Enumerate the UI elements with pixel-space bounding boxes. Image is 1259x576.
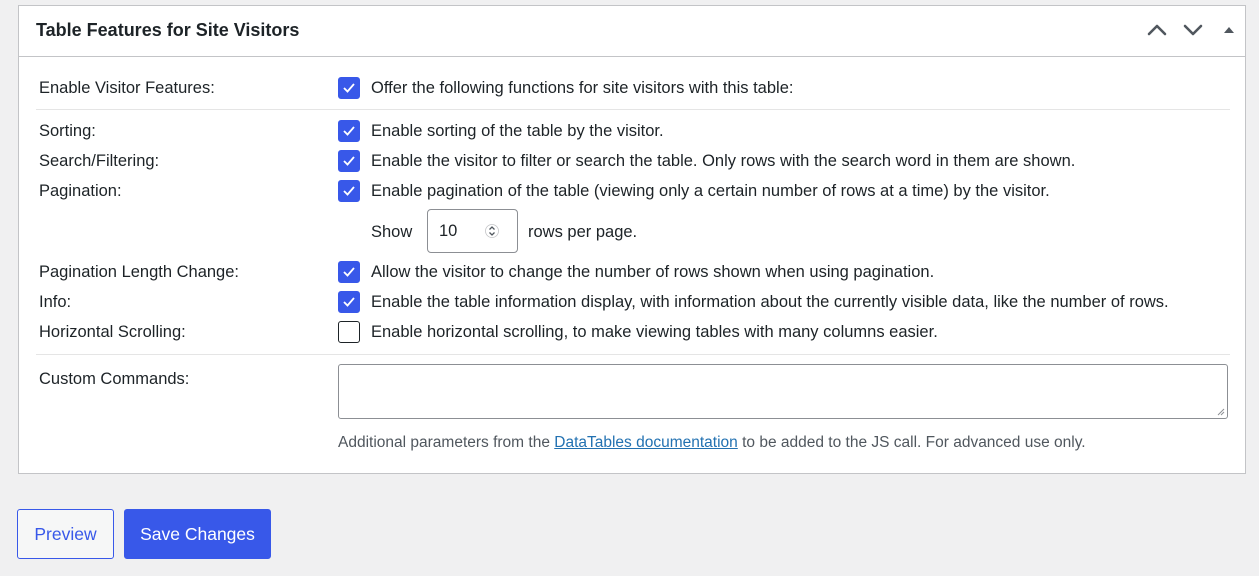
feature-label: Pagination: <box>39 182 122 200</box>
divider <box>36 354 1230 355</box>
panel-header: Table Features for Site Visitors <box>19 6 1245 57</box>
feature-label: Pagination Length Change: <box>39 263 239 281</box>
custom-commands-help: Additional parameters from the DataTable… <box>338 434 1086 452</box>
sorting-checkbox[interactable] <box>338 120 360 142</box>
custom-commands-textarea[interactable] <box>338 364 1228 419</box>
custom-commands-label: Custom Commands: <box>39 370 190 388</box>
feature-description: Enable horizontal scrolling, to make vie… <box>371 323 938 341</box>
feature-row-horizontal-scrolling: Horizontal Scrolling: Enable horizontal … <box>19 321 1245 345</box>
feature-row-search-filtering: Search/Filtering: Enable the visitor to … <box>19 150 1245 174</box>
feature-description: Allow the visitor to change the number o… <box>371 263 935 281</box>
stepper-icon[interactable] <box>485 222 499 245</box>
feature-row-info: Info: Enable the table information displ… <box>19 291 1245 315</box>
datatables-documentation-link[interactable]: DataTables documentation <box>554 434 738 451</box>
feature-label: Enable Visitor Features: <box>39 79 215 97</box>
feature-label: Info: <box>39 293 72 311</box>
save-changes-button[interactable]: Save Changes <box>124 509 271 559</box>
chevron-up-icon[interactable] <box>1145 18 1169 42</box>
pagination-length-change-checkbox[interactable] <box>338 261 360 283</box>
rows-per-page-label: rows per page. <box>528 223 638 241</box>
pagination-checkbox[interactable] <box>338 180 360 202</box>
rows-per-page-value: 10 <box>439 222 458 240</box>
show-label: Show <box>371 223 413 241</box>
chevron-down-icon[interactable] <box>1181 18 1205 42</box>
feature-label: Horizontal Scrolling: <box>39 323 186 341</box>
search-filtering-checkbox[interactable] <box>338 150 360 172</box>
triangle-up-icon[interactable] <box>1217 18 1241 42</box>
panel-title: Table Features for Site Visitors <box>36 20 300 40</box>
feature-description: Enable the visitor to filter or search t… <box>371 152 1076 170</box>
info-checkbox[interactable] <box>338 291 360 313</box>
feature-row-visitor-features: Enable Visitor Features: Offer the follo… <box>19 77 1245 101</box>
visitor-features-checkbox[interactable] <box>338 77 360 99</box>
feature-label: Search/Filtering: <box>39 152 160 170</box>
pagination-rows-setting: Show 10 rows per page. <box>371 209 771 255</box>
feature-description: Offer the following functions for site v… <box>371 79 794 97</box>
rows-per-page-input[interactable]: 10 <box>427 209 518 253</box>
feature-description: Enable the table information display, wi… <box>371 293 1169 311</box>
divider <box>36 109 1230 110</box>
resize-grip-icon[interactable] <box>1217 408 1225 416</box>
help-text-after: to be added to the JS call. For advanced… <box>737 434 1086 451</box>
help-text-before: Additional parameters from the <box>338 434 555 451</box>
horizontal-scrolling-checkbox[interactable] <box>338 321 360 343</box>
feature-description: Enable sorting of the table by the visit… <box>371 122 664 140</box>
feature-row-pagination-length-change: Pagination Length Change: Allow the visi… <box>19 261 1245 285</box>
table-features-panel: Table Features for Site Visitors Enable … <box>18 5 1246 474</box>
feature-row-sorting: Sorting: Enable sorting of the table by … <box>19 120 1245 144</box>
feature-label: Sorting: <box>39 122 96 140</box>
preview-button[interactable]: Preview <box>17 509 114 559</box>
feature-row-pagination: Pagination: Enable pagination of the tab… <box>19 180 1245 204</box>
feature-description: Enable pagination of the table (viewing … <box>371 182 1050 200</box>
